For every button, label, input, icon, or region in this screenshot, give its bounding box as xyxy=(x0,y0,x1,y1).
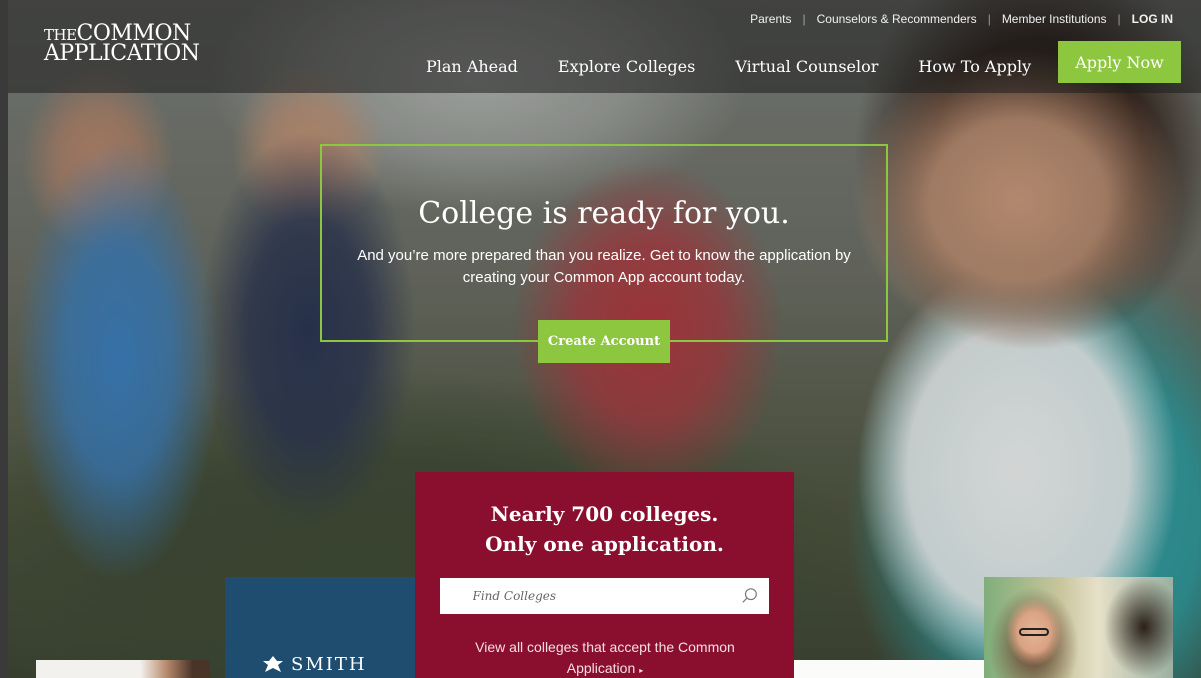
nav-how-to-apply[interactable]: How To Apply xyxy=(918,57,1031,76)
nav-virtual-counselor[interactable]: Virtual Counselor xyxy=(735,57,878,76)
student-photo-card[interactable] xyxy=(984,577,1173,678)
find-colleges-field xyxy=(440,578,769,614)
divider: | xyxy=(802,12,806,26)
divider: | xyxy=(1117,12,1121,26)
search-icon[interactable] xyxy=(741,587,759,605)
util-link-member-institutions[interactable]: Member Institutions xyxy=(1002,12,1107,26)
nav-plan-ahead[interactable]: Plan Ahead xyxy=(426,57,518,76)
smith-college-logo: SMITH xyxy=(261,654,367,675)
login-link[interactable]: LOG IN xyxy=(1132,12,1173,26)
headline-line-1: Nearly 700 colleges. xyxy=(490,502,719,526)
view-all-colleges-link[interactable]: View all colleges that accept the Common… xyxy=(445,637,765,678)
util-link-counselors[interactable]: Counselors & Recommenders xyxy=(817,12,977,26)
hero-title: College is ready for you. xyxy=(418,196,790,231)
utility-nav: Parents | Counselors & Recommenders | Me… xyxy=(750,12,1173,26)
apply-now-button[interactable]: Apply Now xyxy=(1058,41,1181,83)
panel-headline: Nearly 700 colleges. Only one applicatio… xyxy=(415,499,794,559)
nav-explore-colleges[interactable]: Explore Colleges xyxy=(558,57,695,76)
main-nav: Plan Ahead Explore Colleges Virtual Coun… xyxy=(426,57,1071,76)
view-all-label: View all colleges that accept the Common… xyxy=(475,639,735,676)
student-photo-detail xyxy=(1019,628,1049,636)
hero-message-box: College is ready for you. And you’re mor… xyxy=(320,144,888,342)
common-app-logo[interactable]: THECOMMON APPLICATION xyxy=(44,23,200,65)
smith-college-card[interactable]: SMITH xyxy=(225,577,415,678)
college-search-panel: Nearly 700 colleges. Only one applicatio… xyxy=(415,472,794,678)
find-colleges-input[interactable] xyxy=(459,578,750,614)
create-account-button[interactable]: Create Account xyxy=(538,320,670,363)
headline-line-2: Only one application. xyxy=(485,532,724,556)
util-link-parents[interactable]: Parents xyxy=(750,12,791,26)
featured-card-left[interactable] xyxy=(36,660,210,678)
site-header: THECOMMON APPLICATION Parents | Counselo… xyxy=(8,0,1201,93)
smith-crest-icon xyxy=(263,655,283,672)
hero-description: And you’re more prepared than you realiz… xyxy=(357,247,851,286)
divider: | xyxy=(987,12,991,26)
featured-card-middle[interactable] xyxy=(794,660,984,678)
caret-right-icon: ▸ xyxy=(639,666,644,675)
smith-college-name: SMITH xyxy=(291,654,367,675)
